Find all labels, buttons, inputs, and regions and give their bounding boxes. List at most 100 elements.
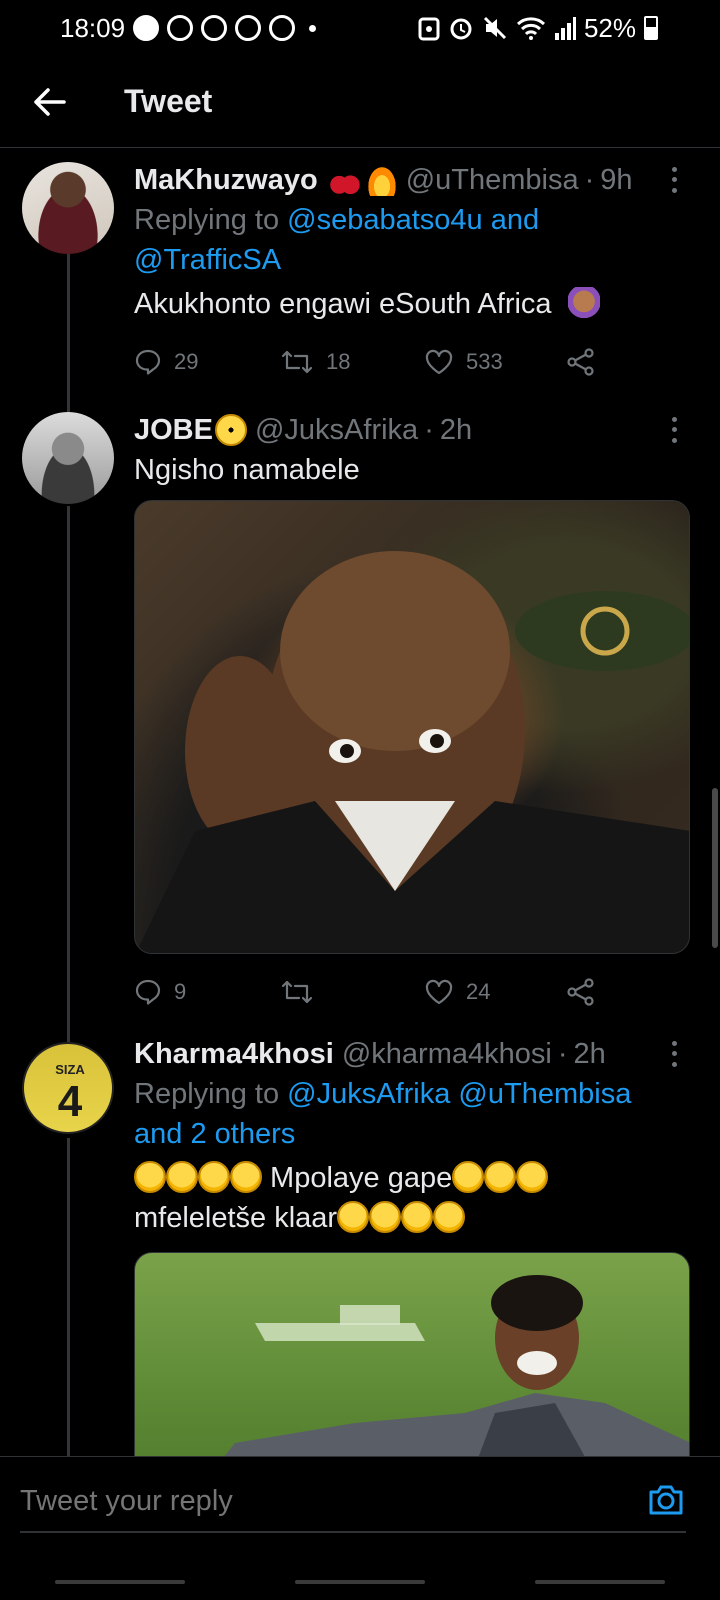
signal-icon	[554, 17, 576, 40]
mute-icon	[483, 16, 507, 40]
tweet-image[interactable]	[134, 500, 690, 954]
reply-button[interactable]: 9	[134, 978, 280, 1006]
battery-icon	[644, 16, 658, 40]
nav-recents[interactable]	[55, 1580, 185, 1584]
replying-to: Replying to @sebabatso4u and @TrafficSA	[134, 200, 686, 280]
lock-icon	[418, 17, 440, 41]
replying-label: Replying to	[134, 204, 280, 236]
notification-icon	[167, 15, 194, 41]
reply-underline	[20, 1531, 686, 1533]
tweet-text: Mpolaye gape mfeleletše klaar	[134, 1158, 686, 1238]
battery-percent: 52%	[583, 12, 636, 43]
avatar[interactable]	[22, 412, 114, 504]
display-name[interactable]: Kharma4khosi	[134, 1034, 334, 1074]
scrollbar[interactable]	[712, 788, 718, 948]
reply-composer	[0, 1456, 720, 1600]
tweet-header: MaKhuzwayo @uThembisa · 9h	[134, 160, 686, 200]
jersey-text: SIZA	[55, 1062, 85, 1077]
camera-button[interactable]	[646, 1479, 686, 1519]
facepalm-icon	[567, 287, 600, 319]
retweet-icon	[281, 980, 313, 1004]
laughing-emoji-icon	[166, 1161, 198, 1193]
retweet-button[interactable]	[280, 978, 424, 1006]
mention-and[interactable]: and	[491, 204, 539, 236]
laughing-emoji-icon	[134, 1161, 166, 1193]
avatar[interactable]: SIZA 4	[22, 1042, 114, 1134]
share-icon	[567, 348, 594, 376]
jersey-number: 4	[57, 1077, 83, 1126]
notification-icon	[201, 15, 228, 41]
more-vertical-icon[interactable]	[662, 1038, 686, 1070]
page-title: Tweet	[124, 83, 213, 119]
share-icon	[567, 978, 594, 1006]
reply-button[interactable]: 29	[134, 348, 280, 376]
mention-link[interactable]: @JuksAfrika	[287, 1078, 450, 1110]
back-button[interactable]	[20, 72, 80, 132]
alarm-icon	[450, 18, 472, 40]
reply-count: 9	[174, 979, 187, 1004]
tweet-time: 2h	[439, 414, 473, 446]
status-time: 18:09	[60, 12, 126, 43]
more-vertical-icon[interactable]	[662, 164, 686, 196]
more-vertical-icon[interactable]	[662, 414, 686, 446]
like-button[interactable]: 24	[424, 978, 566, 1006]
tweet[interactable]: MaKhuzwayo @uThembisa · 9h Replying to @…	[0, 160, 720, 400]
retweet-count: 18	[326, 349, 351, 374]
tweet-text: Ngisho namabele	[134, 454, 360, 486]
nav-back[interactable]	[535, 1580, 665, 1584]
laughing-emoji-icon	[401, 1201, 434, 1233]
retweet-icon	[281, 350, 313, 374]
cherry-icon	[327, 164, 360, 196]
replying-label: Replying to	[134, 1078, 280, 1110]
display-name[interactable]: MaKhuzwayo	[134, 160, 318, 200]
user-handle: @JuksAfrika	[254, 414, 419, 446]
tweet[interactable]: JOBE @JuksAfrika · 2h Ngisho namabele 9 …	[0, 410, 720, 1030]
separator-dot: ·	[424, 414, 434, 446]
heart-icon	[425, 979, 453, 1005]
mention-link[interactable]: @sebabatso4u	[287, 204, 483, 236]
separator-dot: ·	[557, 1038, 568, 1070]
laughing-emoji-icon	[230, 1161, 262, 1193]
notification-icon	[235, 15, 262, 41]
camera-icon	[649, 1485, 683, 1515]
more-notifications-dot	[309, 24, 317, 32]
mention-link[interactable]: @uThembisa	[458, 1078, 631, 1110]
laughing-emoji-icon	[198, 1161, 230, 1193]
system-nav-bar	[0, 1564, 720, 1600]
display-name[interactable]: JOBE	[134, 410, 213, 450]
like-button[interactable]: 533	[424, 348, 566, 376]
nav-home[interactable]	[295, 1580, 425, 1584]
tweet-text-line1: Mpolaye gape	[262, 1162, 453, 1194]
reply-input[interactable]	[20, 1485, 580, 1518]
user-handle: @uThembisa	[405, 164, 579, 196]
retweet-button[interactable]: 18	[280, 348, 424, 376]
heart-icon	[425, 349, 453, 375]
share-button[interactable]	[566, 978, 596, 1006]
tweet-actions: 9 24	[134, 972, 686, 1012]
tweet[interactable]: SIZA 4 Kharma4khosi @kharma4khosi · 2h R…	[0, 1034, 720, 1492]
status-left: 18:09	[60, 12, 317, 44]
notification-icon	[269, 15, 296, 41]
mention-others-link[interactable]: and 2 others	[134, 1118, 295, 1150]
tweet-text-row: Akukhonto engawi eSouth Africa	[134, 284, 686, 324]
laughing-emoji-icon	[369, 1201, 402, 1233]
comment-icon	[135, 349, 161, 375]
laughing-emoji-icon	[516, 1161, 549, 1193]
top-app-bar: Tweet	[0, 56, 720, 148]
laughing-emoji-icon	[337, 1201, 370, 1233]
share-button[interactable]	[566, 348, 596, 376]
mention-link[interactable]: @TrafficSA	[134, 244, 281, 276]
like-count: 533	[466, 349, 503, 374]
tweet-text-line2: mfeleletše klaar	[134, 1202, 338, 1234]
tweet-time: 2h	[573, 1038, 606, 1070]
notification-icon	[133, 15, 160, 41]
separator-dot: ·	[584, 164, 595, 196]
user-handle: @kharma4khosi	[341, 1038, 552, 1070]
reply-count: 29	[174, 349, 199, 374]
status-bar: 18:09 52%	[0, 0, 720, 56]
comment-icon	[135, 979, 161, 1005]
avatar[interactable]	[22, 162, 114, 254]
laughing-emoji-icon	[452, 1161, 485, 1193]
status-right: 52%	[418, 13, 658, 44]
tweet-header: JOBE @JuksAfrika · 2h	[134, 410, 686, 450]
